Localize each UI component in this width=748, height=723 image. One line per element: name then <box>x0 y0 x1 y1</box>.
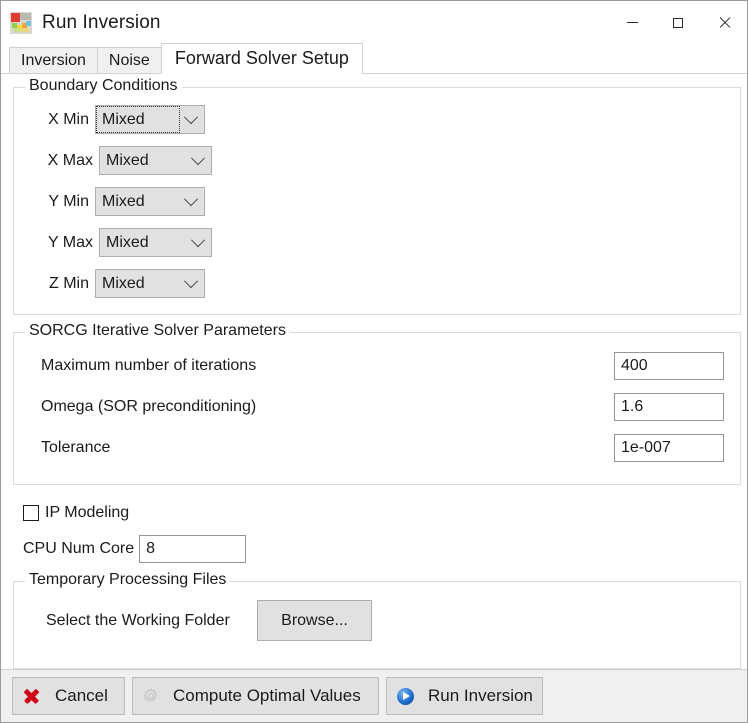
label-y-min: Y Min <box>48 192 89 210</box>
combo-z-min[interactable]: Mixed <box>95 269 205 298</box>
label-x-max: X Max <box>47 151 93 169</box>
title-bar: Run Inversion <box>1 1 747 44</box>
chevron-down-icon <box>185 150 211 166</box>
combo-y-max-value: Mixed <box>106 233 149 251</box>
label-z-min: Z Min <box>49 274 89 292</box>
cancel-button[interactable]: Cancel <box>12 677 125 715</box>
input-omega[interactable] <box>614 393 724 421</box>
tab-forward-solver-setup[interactable]: Forward Solver Setup <box>160 43 363 74</box>
compute-optimal-values-label: Compute Optimal Values <box>173 686 361 705</box>
combo-z-min-value: Mixed <box>102 274 145 292</box>
label-max-iterations: Maximum number of iterations <box>41 357 257 374</box>
chevron-down-icon <box>178 273 204 289</box>
window-controls <box>609 1 747 44</box>
working-folder-label: Select the Working Folder <box>46 612 230 629</box>
combo-y-max[interactable]: Mixed <box>99 228 212 257</box>
forward-solver-setup-panel: Boundary Conditions X Min Mixed X Max Mi… <box>1 73 747 669</box>
ip-modeling-checkbox[interactable] <box>23 505 39 521</box>
window-title: Run Inversion <box>42 11 161 33</box>
row-x-max: X Max Mixed <box>37 146 212 175</box>
label-y-max: Y Max <box>47 233 93 251</box>
combo-y-min[interactable]: Mixed <box>95 187 205 216</box>
input-max-iterations[interactable] <box>614 352 724 380</box>
run-inversion-button[interactable]: Run Inversion <box>386 677 543 715</box>
browse-button[interactable]: Browse... <box>257 600 372 641</box>
temporary-processing-files-group: Temporary Processing Files Select the Wo… <box>13 571 741 669</box>
combo-y-min-value: Mixed <box>102 192 145 210</box>
minimize-icon <box>626 22 638 23</box>
tab-strip: Inversion Noise Forward Solver Setup <box>1 43 747 74</box>
label-x-min: X Min <box>48 110 89 128</box>
row-z-min: Z Min Mixed <box>37 269 205 298</box>
tab-noise[interactable]: Noise <box>96 47 162 74</box>
temporary-processing-files-title: Temporary Processing Files <box>25 571 231 589</box>
chevron-down-icon <box>185 232 211 248</box>
row-y-min: Y Min Mixed <box>37 187 205 216</box>
cpu-num-core-label: CPU Num Core <box>23 540 135 557</box>
combo-x-min-value: Mixed <box>96 106 180 133</box>
dialog-footer: Cancel Compute Optimal Values Run Invers… <box>1 669 747 722</box>
tab-inversion[interactable]: Inversion <box>9 47 98 74</box>
run-inversion-label: Run Inversion <box>428 686 533 705</box>
model-cube-icon <box>10 11 32 34</box>
gear-icon <box>143 688 159 704</box>
chevron-down-icon <box>178 191 204 207</box>
cancel-button-label: Cancel <box>55 686 108 705</box>
label-tolerance: Tolerance <box>41 439 111 456</box>
run-inversion-window: Run Inversion Inversion Noise Forward So… <box>0 0 748 723</box>
close-button[interactable] <box>701 1 747 44</box>
maximize-button[interactable] <box>655 1 701 44</box>
minimize-button[interactable] <box>609 1 655 44</box>
close-icon <box>718 17 730 29</box>
combo-x-min[interactable]: Mixed <box>95 105 205 134</box>
label-omega: Omega (SOR preconditioning) <box>41 398 257 415</box>
combo-x-max[interactable]: Mixed <box>99 146 212 175</box>
compute-optimal-values-button[interactable]: Compute Optimal Values <box>132 677 379 715</box>
row-x-min: X Min Mixed <box>37 105 205 134</box>
row-y-max: Y Max Mixed <box>37 228 212 257</box>
cpu-num-core-row: CPU Num Core <box>23 535 247 563</box>
ip-modeling-row[interactable]: IP Modeling <box>23 504 129 522</box>
boundary-conditions-title: Boundary Conditions <box>25 77 182 95</box>
sorcg-title: SORCG Iterative Solver Parameters <box>25 322 290 340</box>
ip-modeling-label: IP Modeling <box>45 504 130 521</box>
combo-x-max-value: Mixed <box>106 151 149 169</box>
close-x-icon <box>23 688 39 704</box>
chevron-down-icon <box>178 109 204 125</box>
input-tolerance[interactable] <box>614 434 724 462</box>
play-icon <box>397 687 414 705</box>
maximize-icon <box>673 17 683 28</box>
cpu-num-core-input[interactable] <box>139 535 247 563</box>
